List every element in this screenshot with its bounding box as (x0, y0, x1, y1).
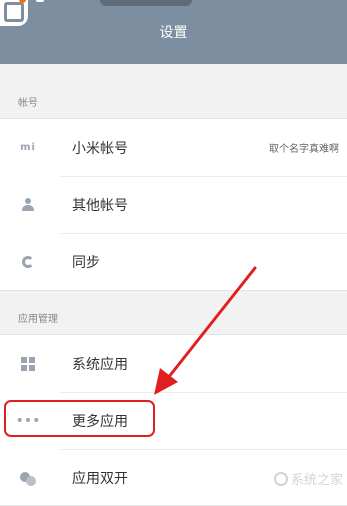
watermark: 系统之家 (273, 469, 343, 488)
watermark-logo-icon (273, 471, 288, 486)
watermark-text: 系统之家 (290, 473, 343, 488)
annotation-arrow (154, 266, 257, 395)
